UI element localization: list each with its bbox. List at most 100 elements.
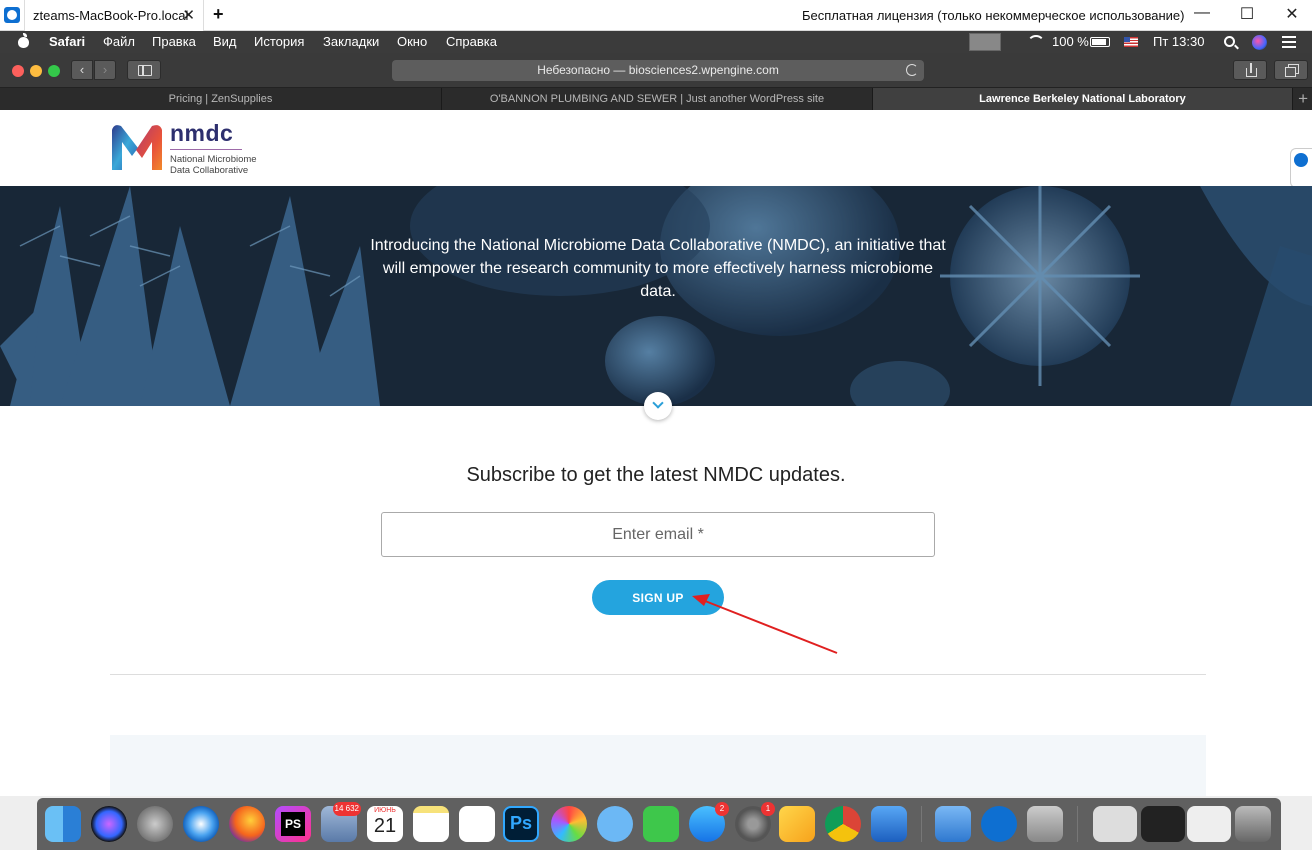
lower-content-panel	[110, 735, 1206, 796]
minimized-window-1[interactable]	[1093, 806, 1137, 842]
menu-clock[interactable]: Пт 13:30	[1153, 34, 1204, 49]
menu-app-safari[interactable]: Safari	[49, 34, 85, 49]
phpstorm-icon[interactable]: PS	[275, 806, 311, 842]
chevron-down-icon	[652, 397, 664, 409]
new-tab-button[interactable]: +	[1298, 89, 1308, 109]
maximize-button[interactable]: ☐	[1237, 4, 1257, 24]
photo-app-badge: 14 632	[332, 802, 361, 816]
simulator-icon[interactable]	[935, 806, 971, 842]
finder-icon[interactable]	[45, 806, 81, 842]
xcode-icon[interactable]	[871, 806, 907, 842]
sketch-icon[interactable]	[779, 806, 815, 842]
nmdc-logo-icon[interactable]	[110, 122, 164, 172]
reminders-icon[interactable]	[459, 806, 495, 842]
add-session-button[interactable]: +	[213, 4, 224, 25]
zoom-traffic-light[interactable]	[48, 65, 60, 77]
minimized-window-3[interactable]	[1187, 806, 1231, 842]
subscribe-heading: Subscribe to get the latest NMDC updates…	[466, 464, 846, 486]
photo-app-icon[interactable]: 14 632	[321, 802, 361, 842]
dock-separator	[921, 806, 922, 842]
hero-intro-text: Introducing the National Microbiome Data…	[370, 237, 946, 300]
site-header: nmdc National Microbiome Data Collaborat…	[0, 110, 1312, 188]
teamviewer-session-tab[interactable]: zteams-MacBook-Pro.local ✕	[24, 0, 204, 31]
scroll-down-button[interactable]	[644, 392, 672, 420]
battery-percent: 100 %	[1052, 34, 1089, 49]
teamviewer-titlebar: zteams-MacBook-Pro.local ✕ + Бесплатная …	[0, 0, 1312, 31]
firefox-icon[interactable]	[229, 806, 265, 842]
logo-rule	[170, 149, 242, 150]
apple-icon[interactable]	[17, 33, 29, 48]
share-icon[interactable]	[1233, 60, 1267, 80]
nmdc-logo-text[interactable]: nmdc National Microbiome Data Collaborat…	[170, 120, 257, 176]
sidebar-toggle-icon[interactable]	[127, 60, 161, 80]
teamviewer-logo-icon	[4, 7, 20, 23]
battery-icon[interactable]	[1090, 37, 1110, 47]
logo-subtitle-line2: Data Collaborative	[170, 165, 249, 176]
address-text: Небезопасно — biosciences2.wpengine.com	[537, 63, 779, 77]
forward-button[interactable]: ›	[94, 60, 116, 80]
menu-item-bookmarks[interactable]: Закладки	[323, 34, 379, 49]
logo-subtitle-line1: National Microbiome	[170, 154, 257, 165]
calendar-icon[interactable]: ИЮНЬ 21	[367, 806, 403, 842]
menu-item-window[interactable]: Окно	[397, 34, 427, 49]
messages-icon[interactable]	[597, 806, 633, 842]
session-tab-label: zteams-MacBook-Pro.local	[33, 8, 189, 23]
back-button[interactable]: ‹	[71, 60, 93, 80]
reload-icon[interactable]	[906, 64, 918, 76]
app-store-badge: 2	[715, 802, 729, 816]
safari-dock-icon[interactable]	[183, 806, 219, 842]
spotlight-search-icon[interactable]	[1224, 36, 1235, 47]
safari-toolbar: ‹ › Небезопасно — biosciences2.wpengine.…	[0, 53, 1312, 88]
menu-item-view[interactable]: Вид	[213, 34, 237, 49]
tab-lbnl[interactable]: Lawrence Berkeley National Laboratory	[873, 88, 1293, 110]
photo-booth-icon[interactable]	[1027, 806, 1063, 842]
close-window-button[interactable]: ✕	[1282, 4, 1302, 24]
wifi-icon[interactable]	[1027, 35, 1045, 49]
mac-dock: PS 14 632 ИЮНЬ 21 Ps 2 1	[37, 798, 1281, 850]
sign-up-button[interactable]: SIGN UP	[592, 580, 724, 615]
notification-center-icon[interactable]	[1282, 36, 1296, 48]
minimized-window-2[interactable]	[1141, 806, 1185, 842]
mac-menu-bar: Safari Файл Правка Вид История Закладки …	[0, 31, 1312, 53]
minimize-traffic-light[interactable]	[30, 65, 42, 77]
phpstorm-label: PS	[281, 812, 305, 836]
menu-item-file[interactable]: Файл	[103, 34, 135, 49]
menu-item-history[interactable]: История	[254, 34, 304, 49]
teamviewer-dock-icon[interactable]	[981, 806, 1017, 842]
system-preferences-icon[interactable]: 1	[735, 802, 775, 842]
calendar-day: 21	[373, 815, 397, 837]
dock-area: PS 14 632 ИЮНЬ 21 Ps 2 1	[0, 796, 1312, 850]
close-icon[interactable]: ✕	[182, 6, 195, 24]
hero-banner: Introducing the National Microbiome Data…	[0, 186, 1312, 406]
minimize-button[interactable]: —	[1192, 4, 1212, 22]
siri-icon[interactable]	[1252, 35, 1267, 50]
system-preferences-badge: 1	[761, 802, 775, 816]
license-text: Бесплатная лицензия (только некоммерческ…	[802, 8, 1185, 23]
notes-icon[interactable]	[413, 806, 449, 842]
trash-icon[interactable]	[1235, 806, 1271, 842]
logo-title: nmdc	[170, 120, 234, 146]
chrome-icon[interactable]	[825, 806, 861, 842]
email-field[interactable]	[381, 512, 935, 557]
photos-icon[interactable]	[551, 806, 587, 842]
photoshop-label: Ps	[509, 813, 533, 833]
app-store-icon[interactable]: 2	[689, 802, 729, 842]
teamviewer-side-widget-icon[interactable]	[1290, 148, 1312, 188]
facetime-icon[interactable]	[643, 806, 679, 842]
tab-obannon[interactable]: O'BANNON PLUMBING AND SEWER | Just anoth…	[442, 88, 873, 110]
photoshop-icon[interactable]: Ps	[503, 806, 539, 842]
close-traffic-light[interactable]	[12, 65, 24, 77]
safari-tab-strip: Pricing | ZenSupplies O'BANNON PLUMBING …	[0, 88, 1312, 110]
menu-item-help[interactable]: Справка	[446, 34, 497, 49]
tab-zensupplies[interactable]: Pricing | ZenSupplies	[0, 88, 442, 110]
show-tabs-icon[interactable]	[1274, 60, 1308, 80]
calendar-month: ИЮНЬ	[374, 807, 396, 814]
teamviewer-menu-icon[interactable]	[969, 33, 1001, 51]
siri-dock-icon[interactable]	[91, 806, 127, 842]
menu-item-edit[interactable]: Правка	[152, 34, 196, 49]
launchpad-icon[interactable]	[137, 806, 173, 842]
address-bar[interactable]: Небезопасно — biosciences2.wpengine.com	[392, 60, 924, 81]
input-source-flag-icon[interactable]	[1124, 37, 1138, 47]
dock-separator-2	[1077, 806, 1078, 842]
section-divider	[110, 674, 1206, 675]
